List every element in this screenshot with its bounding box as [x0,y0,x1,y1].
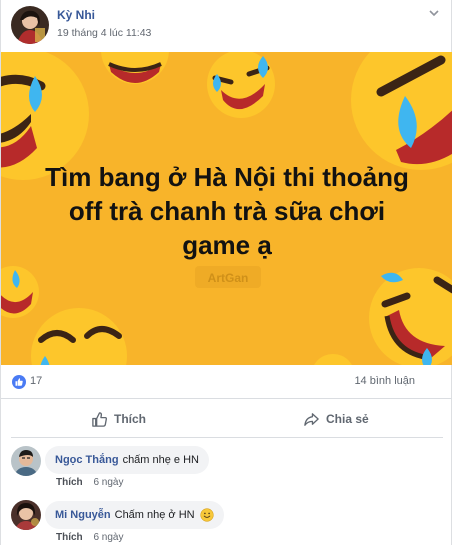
comment-bubble: Mi Nguyễn Chấm nhẹ ở HN [45,501,224,529]
laughing-emoji-icon [207,52,275,118]
post-header: Kỳ Nhi 19 tháng 4 lúc 11:43 [1,0,452,52]
like-count[interactable]: 17 [30,375,42,387]
like-button-label: Thích [114,412,146,426]
laughing-emoji-icon [31,308,127,365]
watermark-logo: ArtGan [195,266,261,288]
commenter-name[interactable]: Ngọc Thắng [55,454,119,466]
comment-item: Ngọc Thắng chấm nhẹ e HN Thích 6 ngày [1,444,452,494]
svg-text:ArtGan: ArtGan [208,271,249,285]
post-image[interactable]: Tìm bang ở Hà Nội thi thoảng off trà cha… [1,52,452,365]
post-card: Kỳ Nhi 19 tháng 4 lúc 11:43 Tìm bang ở H… [0,0,452,545]
post-timestamp[interactable]: 19 tháng 4 lúc 11:43 [57,27,151,39]
comment-meta: Thích 6 ngày [56,477,123,488]
smiley-emoji-icon [199,508,214,522]
caption-line: game ạ [182,230,272,260]
laughing-emoji-icon [369,268,452,365]
share-arrow-icon [304,412,319,426]
like-button[interactable]: Thích [91,409,146,429]
author-avatar[interactable] [11,6,49,44]
share-button-label: Chia sẻ [326,412,369,426]
reaction-stats: 17 14 bình luận [1,365,452,399]
laughing-emoji-icon [1,266,39,318]
post-image-caption: Tìm bang ở Hà Nội thi thoảng off trà cha… [1,160,452,262]
chevron-down-icon[interactable] [427,6,441,20]
laughing-emoji-icon [101,52,169,84]
comment-count[interactable]: 14 bình luận [354,375,415,387]
commenter-avatar[interactable] [11,500,41,530]
caption-line: Tìm bang ở Hà Nội thi thoảng [45,162,409,192]
comment-like-link[interactable]: Thích [56,532,83,543]
comment-text: chấm nhẹ e HN [122,454,199,466]
thumbs-up-icon [92,411,108,427]
laughing-emoji-icon [313,354,353,365]
author-name[interactable]: Kỳ Nhi [57,8,95,22]
comment-like-link[interactable]: Thích [56,477,83,488]
post-actions: Thích Chia sẻ [11,400,443,438]
commenter-avatar[interactable] [11,446,41,476]
comment-meta: Thích 6 ngày [56,532,123,543]
comment-bubble: Ngọc Thắng chấm nhẹ e HN [45,446,209,474]
laughing-emoji-icon [351,52,452,170]
comment-time[interactable]: 6 ngày [93,532,123,543]
comment-item: Mi Nguyễn Chấm nhẹ ở HN Thích 6 ngày [1,500,452,545]
commenter-name[interactable]: Mi Nguyễn [55,509,111,521]
share-button[interactable]: Chia sẻ [303,409,369,429]
caption-line: off trà chanh trà sữa chơi [68,196,386,226]
comment-time[interactable]: 6 ngày [93,477,123,488]
like-reaction-icon[interactable] [12,375,26,389]
comment-text: Chấm nhẹ ở HN [114,509,195,521]
